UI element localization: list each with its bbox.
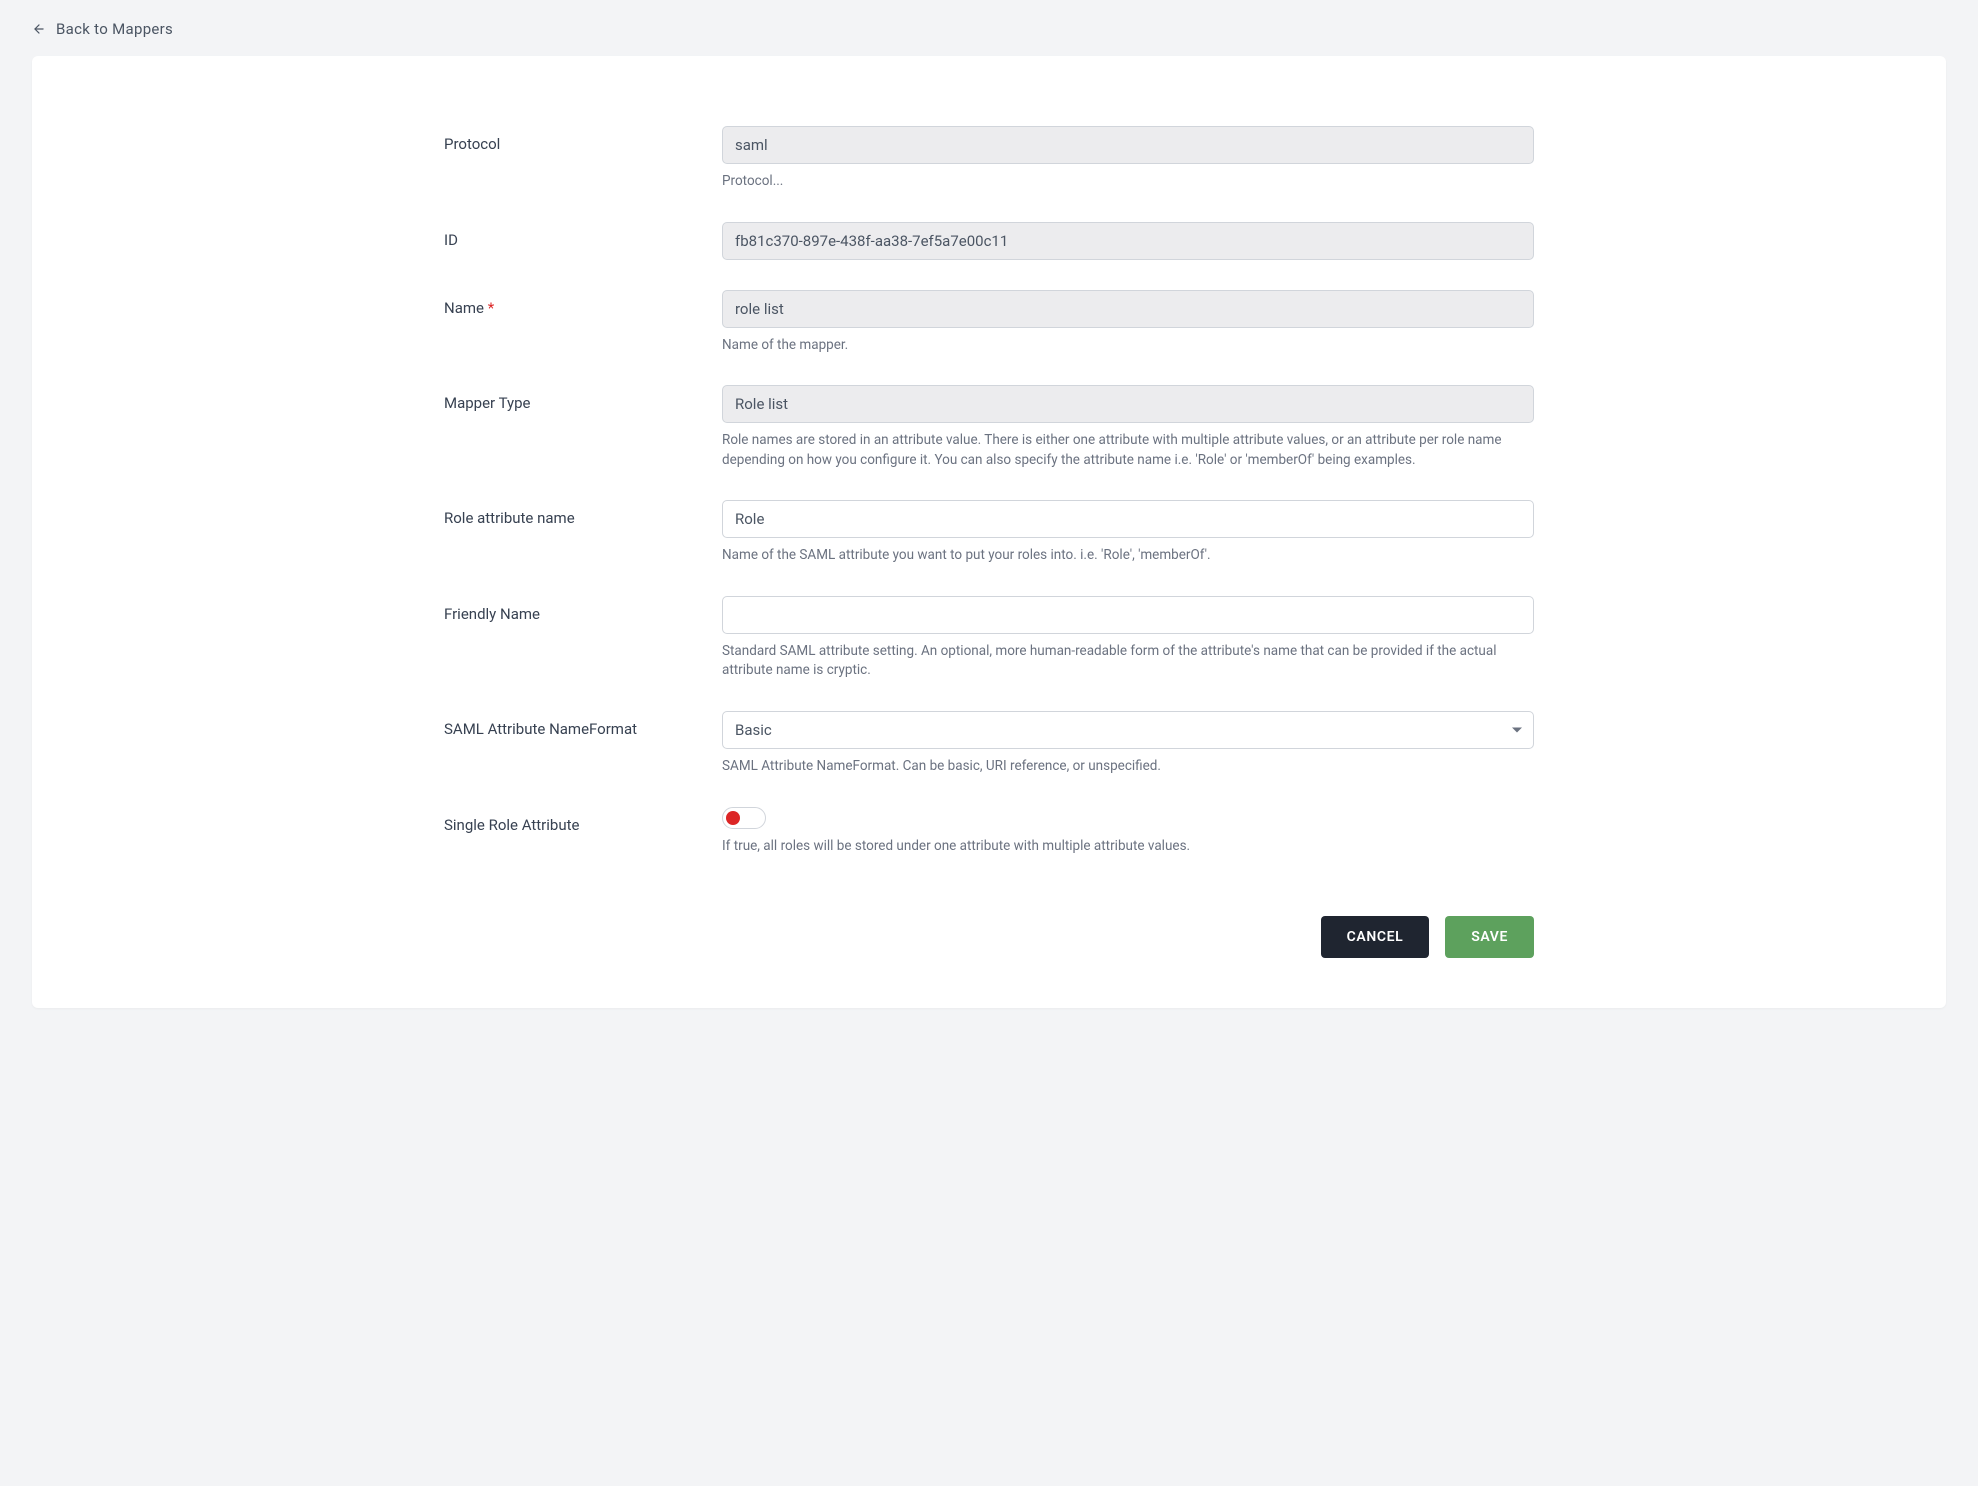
toggle-knob [726, 811, 740, 825]
cancel-button[interactable]: CANCEL [1321, 916, 1430, 958]
mapper-type-help: Role names are stored in an attribute va… [722, 431, 1534, 470]
field-row-name: Name * Name of the mapper. [444, 290, 1534, 356]
single-role-attr-toggle[interactable] [722, 807, 766, 829]
mapper-form-card: Protocol Protocol... ID Name * [32, 56, 1946, 1008]
name-label-text: Name [444, 299, 484, 317]
field-row-single-role-attr: Single Role Attribute If true, all roles… [444, 807, 1534, 857]
form-actions: CANCEL SAVE [444, 916, 1534, 958]
required-mark: * [488, 299, 494, 317]
protocol-help: Protocol... [722, 172, 1534, 192]
role-attr-name-input[interactable] [722, 500, 1534, 538]
field-row-friendly-name: Friendly Name Standard SAML attribute se… [444, 596, 1534, 681]
save-button[interactable]: SAVE [1445, 916, 1534, 958]
saml-nameformat-select[interactable]: Basic [722, 711, 1534, 749]
saml-nameformat-label: SAML Attribute NameFormat [444, 711, 722, 738]
arrow-left-icon [32, 22, 46, 36]
field-row-id: ID [444, 222, 1534, 260]
single-role-attr-label: Single Role Attribute [444, 807, 722, 834]
back-link-label: Back to Mappers [56, 20, 173, 38]
mapper-type-input [722, 385, 1534, 423]
protocol-label: Protocol [444, 126, 722, 153]
role-attr-name-help: Name of the SAML attribute you want to p… [722, 546, 1534, 566]
friendly-name-help: Standard SAML attribute setting. An opti… [722, 642, 1534, 681]
name-help: Name of the mapper. [722, 336, 1534, 356]
name-input [722, 290, 1534, 328]
friendly-name-label: Friendly Name [444, 596, 722, 623]
saml-nameformat-help: SAML Attribute NameFormat. Can be basic,… [722, 757, 1534, 777]
single-role-attr-help: If true, all roles will be stored under … [722, 837, 1534, 857]
id-input [722, 222, 1534, 260]
role-attr-name-label: Role attribute name [444, 500, 722, 527]
id-label: ID [444, 222, 722, 249]
name-label: Name * [444, 290, 722, 317]
back-to-mappers-link[interactable]: Back to Mappers [32, 20, 173, 38]
field-row-saml-nameformat: SAML Attribute NameFormat Basic SAML Att… [444, 711, 1534, 777]
mapper-type-label: Mapper Type [444, 385, 722, 412]
protocol-input [722, 126, 1534, 164]
field-row-protocol: Protocol Protocol... [444, 126, 1534, 192]
field-row-role-attr-name: Role attribute name Name of the SAML att… [444, 500, 1534, 566]
field-row-mapper-type: Mapper Type Role names are stored in an … [444, 385, 1534, 470]
friendly-name-input[interactable] [722, 596, 1534, 634]
